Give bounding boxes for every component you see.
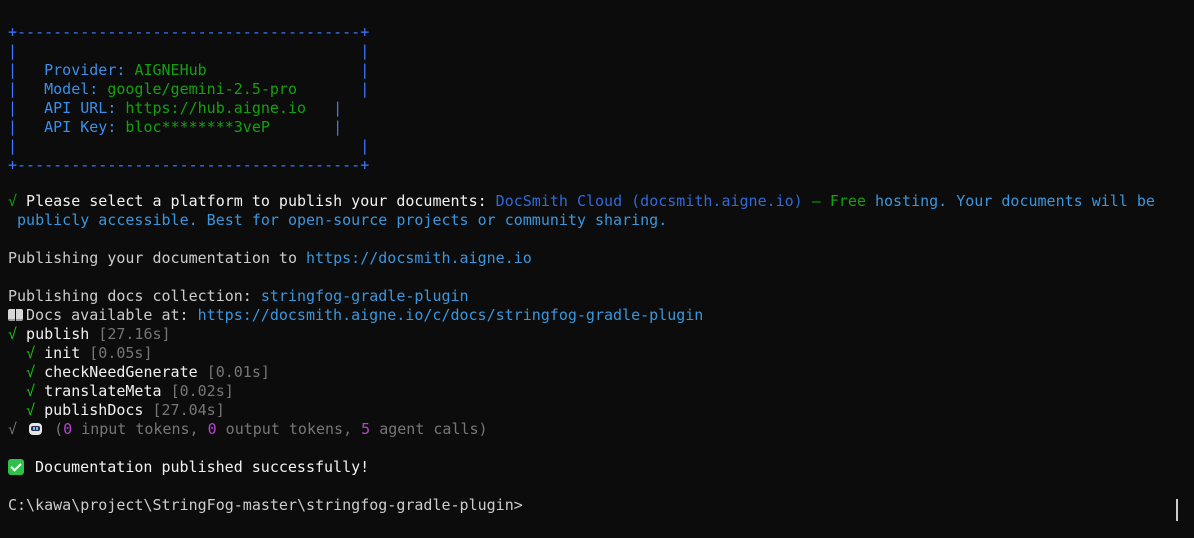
output-token-count: 0 xyxy=(207,420,217,438)
task-time: [27.04s] xyxy=(152,401,225,419)
check-icon: √ xyxy=(26,344,36,362)
model-value: google/gemini-2.5-pro xyxy=(107,80,297,98)
box-empty-row: | | xyxy=(8,137,370,155)
text-cursor xyxy=(1176,499,1178,521)
agent-call-count: 5 xyxy=(361,420,371,438)
api-url-label: API URL: xyxy=(44,99,126,117)
box-row-provider: | Provider: AIGNEHub | xyxy=(8,61,370,79)
platform-description-2: publicly accessible. Best for open-sourc… xyxy=(8,211,668,229)
success-line: Documentation published successfully! xyxy=(8,458,369,477)
platform-selection-line: √ Please select a platform to publish yo… xyxy=(8,192,1155,210)
box-row-api-url: | API URL: https://hub.aigne.io | xyxy=(8,99,343,117)
publishing-line: Publishing your documentation to https:/… xyxy=(8,249,532,267)
platform-answer-name: DocSmith Cloud (docsmith.aigne.io) xyxy=(495,192,803,210)
task-time: [0.05s] xyxy=(89,344,153,362)
task-check-need-generate: √ checkNeedGenerate [0.01s] xyxy=(26,363,270,381)
provider-label: Provider: xyxy=(44,61,135,79)
task-publish-docs: √ publishDocs [27.04s] xyxy=(26,401,225,419)
task-init: √ init [0.05s] xyxy=(26,344,153,362)
task-publish: √ publish [27.16s] xyxy=(8,325,171,343)
task-time: [27.16s] xyxy=(98,325,171,343)
api-url-value: https://hub.aigne.io xyxy=(125,99,307,117)
box-empty-row: | | xyxy=(8,42,370,60)
platform-description-1: hosting. Your documents will be xyxy=(865,192,1155,210)
collection-line: Publishing docs collection: stringfog-gr… xyxy=(8,287,469,305)
publishing-url[interactable]: https://docsmith.aigne.io xyxy=(306,249,532,267)
open-book-icon xyxy=(8,309,23,321)
input-token-count: 0 xyxy=(63,420,73,438)
check-icon: √ xyxy=(26,382,36,400)
box-bottom-border: +--------------------------------------+ xyxy=(8,156,370,174)
check-icon: √ xyxy=(8,192,18,210)
check-icon: √ xyxy=(26,401,36,419)
check-icon: √ xyxy=(8,420,18,438)
check-mark-button-icon xyxy=(8,459,24,475)
box-row-api-key: | API Key: bloc********3veP | xyxy=(8,118,343,136)
task-translate-meta: √ translateMeta [0.02s] xyxy=(26,382,234,400)
task-time: [0.01s] xyxy=(206,363,270,381)
docs-available-line: Docs available at: https://docsmith.aign… xyxy=(8,306,703,325)
platform-free: Free xyxy=(829,192,866,210)
task-time: [0.02s] xyxy=(170,382,234,400)
check-icon: √ xyxy=(26,363,36,381)
robot-icon xyxy=(28,422,43,436)
token-summary-line: √ (0 input tokens, 0 output tokens, 5 ag… xyxy=(8,420,488,438)
api-key-label: API Key: xyxy=(44,118,126,136)
box-top-border: +--------------------------------------+ xyxy=(8,23,370,41)
collection-name: stringfog-gradle-plugin xyxy=(260,287,469,305)
docs-url[interactable]: https://docsmith.aigne.io/c/docs/stringf… xyxy=(198,306,704,324)
success-message: Documentation published successfully! xyxy=(26,458,370,476)
platform-question: Please select a platform to publish your… xyxy=(17,192,496,210)
scrolled-off-line xyxy=(0,0,1194,4)
command-prompt[interactable]: C:\kawa\project\StringFog-master\stringf… xyxy=(8,496,523,515)
provider-value: AIGNEHub xyxy=(134,61,207,79)
box-row-model: | Model: google/gemini-2.5-pro | xyxy=(8,80,370,98)
check-icon: √ xyxy=(8,325,18,343)
model-label: Model: xyxy=(44,80,108,98)
api-key-value: bloc********3veP xyxy=(125,118,270,136)
terminal-window[interactable]: +--------------------------------------+… xyxy=(0,0,1194,538)
